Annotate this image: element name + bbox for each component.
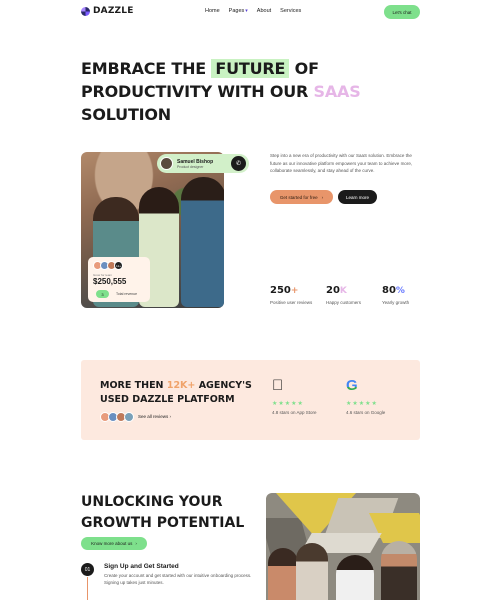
revenue-badge: 3 xyxy=(96,290,109,298)
nav-link-about[interactable]: About xyxy=(257,8,271,14)
chevron-down-icon: ▾ xyxy=(245,8,248,14)
photo-person xyxy=(296,543,328,600)
apple-icon:  xyxy=(272,378,337,396)
see-all-reviews-link[interactable]: See all reviews › xyxy=(138,414,171,419)
photo-person xyxy=(268,548,298,600)
user-role: Product designer xyxy=(177,164,204,169)
step-number-badge: 01 xyxy=(81,563,94,576)
avatar-stack: 12+ xyxy=(93,261,145,270)
stat-label: Happy customers xyxy=(326,300,362,305)
rating-label: 4.8 stars on App Store xyxy=(272,410,317,415)
see-all-reviews-label: See all reviews xyxy=(138,414,169,419)
stat-customers: 20K Happy customers xyxy=(326,285,382,305)
rating-stars: ★★★★★ xyxy=(346,401,378,407)
brand-logo[interactable]: DAZZLE xyxy=(81,6,134,16)
hero-line2-a: PRODUCTIVITY WITH OUR xyxy=(81,82,309,101)
revenue-value: $250,555 xyxy=(93,277,127,286)
intro-paragraph: Step into a new era of productivity with… xyxy=(270,153,413,173)
platform-heading: MORE THEN 12K+ AGENCY'S USED DAZZLE PLAT… xyxy=(100,379,252,407)
hero-line3: SOLUTION xyxy=(81,105,172,124)
avatar xyxy=(124,412,134,422)
chevron-right-icon: › xyxy=(169,414,172,419)
top-nav: DAZZLE Home Pages▾ About Services Let's … xyxy=(81,5,420,20)
stat-value: 20 xyxy=(326,285,340,296)
stats-row: 250+ Positive user reviews 20K Happy cus… xyxy=(270,285,438,305)
growth-title-line2: GROWTH POTENTIAL xyxy=(81,515,245,531)
stat-label: Yearly growth xyxy=(382,300,410,305)
stat-suffix: % xyxy=(395,286,405,296)
stat-suffix: + xyxy=(290,286,299,296)
revenue-sub-label: Total revenue xyxy=(116,292,138,296)
user-profile-chip: Samuel Bishop Product designer ✆ xyxy=(157,154,249,173)
platform-title-line2: USED DAZZLE PLATFORM xyxy=(100,394,235,405)
step-description: Create your account and get started with… xyxy=(104,573,252,585)
app-store-rating:  ★★★★★ 4.8 stars on App Store xyxy=(272,378,337,416)
lets-chat-button[interactable]: Let's chat xyxy=(384,5,420,19)
platform-band: MORE THEN 12K+ AGENCY'S USED DAZZLE PLAT… xyxy=(81,360,420,440)
stat-growth: 80% Yearly growth xyxy=(382,285,438,305)
nav-link-services[interactable]: Services xyxy=(280,8,301,14)
rating-stars: ★★★★★ xyxy=(272,401,304,407)
avatar xyxy=(160,157,173,170)
know-more-button[interactable]: Know more about us › xyxy=(81,537,147,550)
revenue-card: 12+ Grow for team $250,555 3 Total reven… xyxy=(88,257,150,302)
phone-call-button[interactable]: ✆ xyxy=(231,156,246,171)
photo-person xyxy=(181,177,224,307)
team-celebration-photo xyxy=(266,493,420,600)
google-icon: G xyxy=(346,378,411,396)
nav-link-pages-label: Pages xyxy=(228,8,245,14)
platform-title-a: MORE THEN xyxy=(100,380,164,391)
step-title: Sign Up and Get Started xyxy=(104,563,179,570)
growth-heading: UNLOCKING YOUR GROWTH POTENTIAL xyxy=(81,492,244,534)
avatar-stack xyxy=(100,412,134,422)
google-rating: G ★★★★★ 4.6 stars on Google xyxy=(346,378,411,416)
nav-menu: Home Pages▾ About Services xyxy=(205,8,301,14)
stat-reviews: 250+ Positive user reviews xyxy=(270,285,326,305)
photo-person xyxy=(336,555,374,600)
step-connector xyxy=(87,577,88,600)
phone-icon: ✆ xyxy=(235,161,242,167)
hero-highlight-saas: SAAS xyxy=(313,82,361,101)
logo-icon xyxy=(81,6,90,16)
get-started-label: Get started for free xyxy=(279,194,318,200)
avatar-more-count: 12+ xyxy=(114,261,123,270)
chevron-right-icon: › xyxy=(321,194,324,200)
stat-suffix: K xyxy=(339,286,347,296)
hero-line1-b: OF xyxy=(294,59,319,78)
get-started-button[interactable]: Get started for free › xyxy=(270,190,333,204)
growth-title-line1: UNLOCKING YOUR xyxy=(81,494,223,510)
chevron-right-icon: › xyxy=(135,541,137,546)
stat-label: Positive user reviews xyxy=(270,300,313,305)
know-more-label: Know more about us xyxy=(91,541,133,546)
nav-link-pages[interactable]: Pages▾ xyxy=(229,8,248,14)
hero-highlight-future: FUTURE xyxy=(211,59,290,78)
hero-line1-a: EMBRACE THE xyxy=(81,59,207,78)
photo-person xyxy=(381,541,417,600)
learn-more-button[interactable]: Learn more xyxy=(338,190,377,204)
platform-title-b: AGENCY'S xyxy=(198,380,252,391)
nav-link-home[interactable]: Home xyxy=(205,8,220,14)
rating-label: 4.6 stars on Google xyxy=(346,410,386,415)
brand-name: DAZZLE xyxy=(93,6,134,16)
stat-value: 80 xyxy=(382,285,396,296)
hero-heading: EMBRACE THE FUTURE OF PRODUCTIVITY WITH … xyxy=(81,57,361,126)
stat-value: 250 xyxy=(270,285,291,296)
platform-title-highlight: 12K+ xyxy=(166,380,196,391)
